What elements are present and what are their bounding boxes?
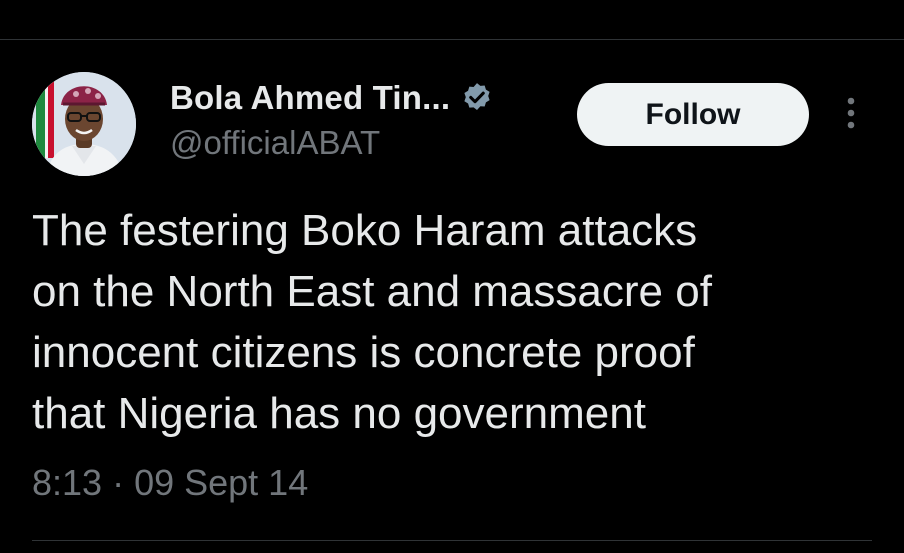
profile-photo-icon: [32, 72, 136, 176]
follow-button[interactable]: Follow: [577, 83, 809, 146]
verified-badge-icon: [464, 83, 490, 111]
author-name-row[interactable]: Bola Ahmed Tin...: [170, 78, 494, 118]
tweet-text-line: on the North East and massacre of: [32, 267, 712, 316]
tweet-time[interactable]: 8:13: [32, 462, 102, 504]
tweet-text-line: that Nigeria has no government: [32, 389, 646, 438]
more-vertical-icon[interactable]: [836, 96, 866, 132]
author-display-name[interactable]: Bola Ahmed Tin...: [170, 79, 450, 117]
tweet-text-line: The festering Boko Haram attacks: [32, 206, 698, 255]
top-divider: [0, 39, 904, 40]
author-handle[interactable]: @officialABAT: [170, 124, 380, 162]
tweet-text: The festering Boko Haram attacks on the …: [32, 200, 812, 444]
tweet-timestamp-row: 8:13 · 09 Sept 14: [32, 462, 308, 504]
tweet-text-line: innocent citizens is concrete proof: [32, 328, 695, 377]
author-avatar[interactable]: [32, 72, 136, 176]
bottom-divider: [32, 540, 872, 541]
meta-separator: ·: [112, 462, 125, 503]
tweet-date[interactable]: 09 Sept 14: [134, 462, 308, 504]
